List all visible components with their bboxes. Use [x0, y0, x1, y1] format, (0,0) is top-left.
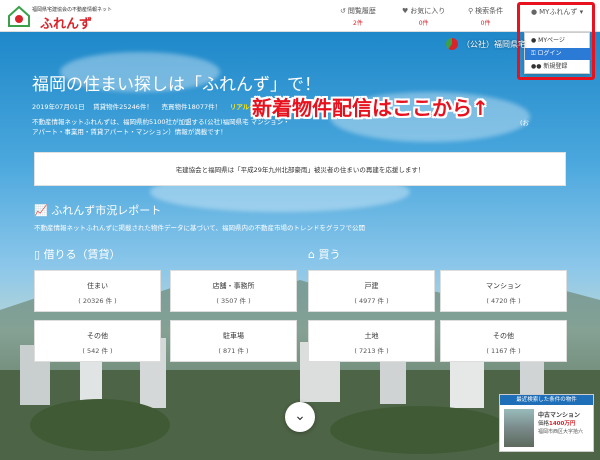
price-value: 1400万円 — [549, 421, 576, 427]
market-report-description: 不動産情報ネットふれんずに掲載された物件データに基づいて、福岡県内の不動産市場の… — [34, 224, 365, 232]
rent-title: 借りる（賃貸） — [43, 248, 121, 261]
top-header: 福岡県宅建協会の不動産情報ネット ふれんず ↺ 閲覧履歴 2件 ♥ お気に入り 0件… — [0, 0, 600, 32]
nav-saved-search-count: 0件 — [480, 20, 491, 27]
chevron-down-icon: ⌄ — [294, 408, 306, 424]
page: 福岡県宅建協会の不動産情報ネット ふれんず ↺ 閲覧履歴 2件 ♥ お気に入り 0件… — [0, 0, 600, 460]
market-report-heading[interactable]: 📈 ふれんず市況レポート — [34, 202, 161, 218]
nav-history-count: 2件 — [353, 20, 363, 27]
buy-card-other[interactable]: その他 ( 1167 件 ) — [440, 320, 567, 362]
heart-icon: ♥ — [402, 7, 409, 15]
buy-card-land[interactable]: 土地 ( 7213 件 ) — [308, 320, 435, 362]
association-logo-icon — [446, 38, 458, 50]
nav-favorites-label: お気に入り — [410, 7, 446, 15]
card-count: ( 7213 件 ) — [354, 347, 389, 355]
highlight-box — [517, 2, 595, 80]
rent-card-parking[interactable]: 駐車場 ( 871 件 ) — [170, 320, 297, 362]
card-label: 土地 — [364, 332, 379, 340]
card-count: ( 20326 件 ) — [78, 297, 117, 305]
recent-search-widget[interactable]: 最近検索した条件の物件 中古マンション 価格1400万円 福岡市西区大字拾六 — [499, 394, 594, 452]
intro-tail: (お — [520, 119, 530, 127]
buy-heading: ⌂ 買う — [308, 246, 340, 262]
home-icon: ⌂ — [308, 248, 319, 261]
card-label: 戸建 — [364, 282, 379, 290]
nav-saved-search[interactable]: ⚲ 検索条件 0件 — [468, 6, 503, 27]
card-count: ( 3507 件 ) — [216, 297, 251, 305]
card-count: ( 542 件 ) — [82, 347, 113, 355]
buy-card-mansion[interactable]: マンション ( 4720 件 ) — [440, 270, 567, 312]
price-prefix: 価格 — [538, 421, 550, 427]
stats-sale: 売買物件18077件！ — [161, 103, 222, 111]
buy-card-house[interactable]: 戸建 ( 4977 件 ) — [308, 270, 435, 312]
card-label: その他 — [87, 332, 108, 340]
association-name: （公社）福岡県宅 — [462, 40, 526, 49]
rent-heading: ▯ 借りる（賃貸） — [34, 246, 121, 262]
nav-favorites-count: 0件 — [418, 20, 429, 27]
logo-name: ふれんず — [40, 17, 93, 32]
card-label: 住まい — [87, 282, 108, 290]
stats-date: 2019年07月01日 — [32, 103, 85, 111]
rent-card-other[interactable]: その他 ( 542 件 ) — [34, 320, 161, 362]
new-listings-callout: 新着物件配信はここから↑ — [252, 96, 489, 120]
card-count: ( 4977 件 ) — [354, 297, 389, 305]
nav-saved-search-label: 検索条件 — [475, 7, 504, 15]
card-label: マンション — [486, 282, 521, 290]
recent-property-price: 価格1400万円 — [538, 419, 575, 427]
site-logo[interactable]: 福岡県宅建協会の不動産情報ネット ふれんず — [6, 3, 116, 32]
mobile-icon: ▯ — [34, 248, 44, 261]
logo-tagline: 福岡県宅建協会の不動産情報ネット — [32, 7, 113, 13]
recent-search-header: 最近検索した条件の物件 — [500, 395, 593, 405]
card-count: ( 871 件 ) — [218, 347, 249, 355]
recent-property-address: 福岡市西区大字拾六 — [538, 429, 584, 435]
rent-card-residence[interactable]: 住まい ( 20326 件 ) — [34, 270, 161, 312]
card-count: ( 1167 件 ) — [486, 347, 521, 355]
market-report-title: ふれんず市況レポート — [51, 204, 162, 217]
stats-rent: 賃貸物件25246件！ — [93, 103, 153, 111]
nav-history[interactable]: ↺ 閲覧履歴 2件 — [340, 6, 376, 27]
scroll-down-button[interactable]: ⌄ — [285, 402, 315, 432]
buy-title: 買う — [318, 248, 341, 261]
nav-favorites[interactable]: ♥ お気に入り 0件 — [402, 6, 445, 27]
history-icon: ↺ — [340, 7, 346, 15]
card-label: 駐車場 — [223, 332, 244, 340]
card-label: その他 — [493, 332, 514, 340]
disaster-support-notice[interactable]: 宅建協会と福岡県は「平成29年九州北部豪雨」被災者の住まいの再建を応援します！ — [34, 152, 566, 186]
rent-card-shop-office[interactable]: 店舗・事務所 ( 3507 件 ) — [170, 270, 297, 312]
house-logo-icon — [8, 5, 30, 27]
listing-stats: 2019年07月01日 賃貸物件25246件！ 売買物件18077件！ リアルタ — [32, 101, 256, 111]
card-count: ( 4720 件 ) — [486, 297, 521, 305]
nav-history-label: 閲覧履歴 — [347, 7, 376, 15]
chart-line-icon: 📈 — [34, 204, 52, 217]
search-icon: ⚲ — [468, 7, 474, 15]
card-label: 店舗・事務所 — [212, 282, 255, 290]
recent-property-type: 中古マンション — [538, 412, 581, 419]
property-thumbnail — [504, 409, 534, 447]
